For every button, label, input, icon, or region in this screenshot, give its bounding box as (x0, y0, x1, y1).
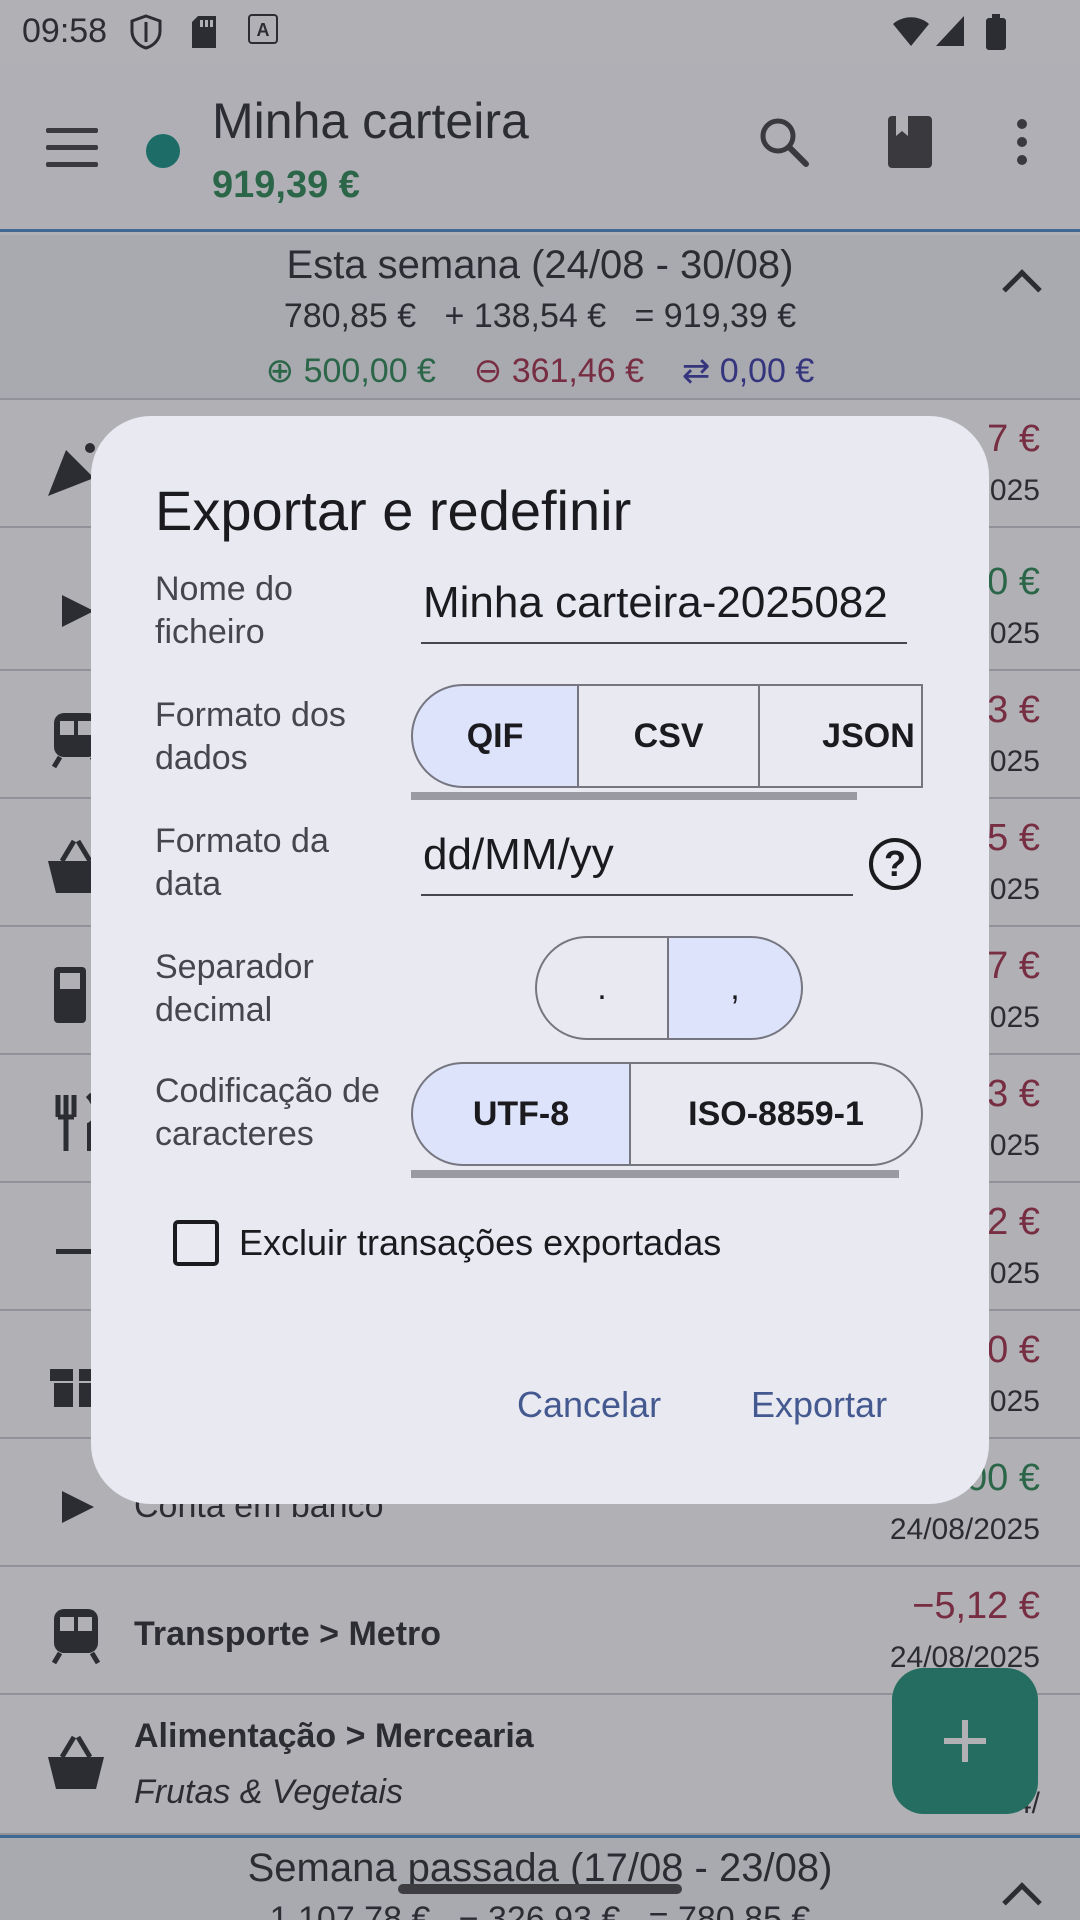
export-button[interactable]: Exportar (751, 1384, 887, 1426)
encoding-label: Codificação de caracteres (155, 1072, 380, 1153)
decimal-option-comma[interactable]: , (669, 936, 803, 1040)
encoding-scrollbar[interactable] (411, 1170, 899, 1178)
dialog-title: Exportar e redefinir (155, 479, 632, 542)
export-dialog: Exportar e redefinir Nome do ficheiro Mi… (91, 416, 989, 1504)
format-label: Formato dos dados (155, 696, 346, 777)
format-option-json[interactable]: JSON (760, 684, 923, 788)
decimal-segmented: . , (535, 936, 803, 1040)
date-format-label: Formato da data (155, 822, 329, 903)
date-format-input[interactable]: dd/MM/yy (421, 830, 853, 896)
cancel-button[interactable]: Cancelar (517, 1384, 661, 1426)
format-option-csv[interactable]: CSV (579, 684, 761, 788)
format-scrollbar[interactable] (411, 792, 857, 800)
encoding-segmented: UTF-8 ISO-8859-1 (411, 1062, 923, 1166)
filename-label: Nome do ficheiro (155, 570, 293, 651)
decimal-option-dot[interactable]: . (535, 936, 669, 1040)
help-icon[interactable]: ? (869, 838, 921, 890)
encoding-option-utf8[interactable]: UTF-8 (411, 1062, 632, 1166)
filename-input[interactable]: Minha carteira-2025082 (421, 578, 907, 644)
delete-exported-label[interactable]: Excluir transações exportadas (239, 1222, 721, 1264)
delete-exported-checkbox[interactable] (173, 1220, 219, 1266)
format-segmented: QIF CSV JSON (411, 684, 923, 788)
decimal-separator-label: Separador decimal (155, 948, 314, 1029)
encoding-option-iso[interactable]: ISO-8859-1 (631, 1062, 923, 1166)
format-option-qif[interactable]: QIF (411, 684, 580, 788)
